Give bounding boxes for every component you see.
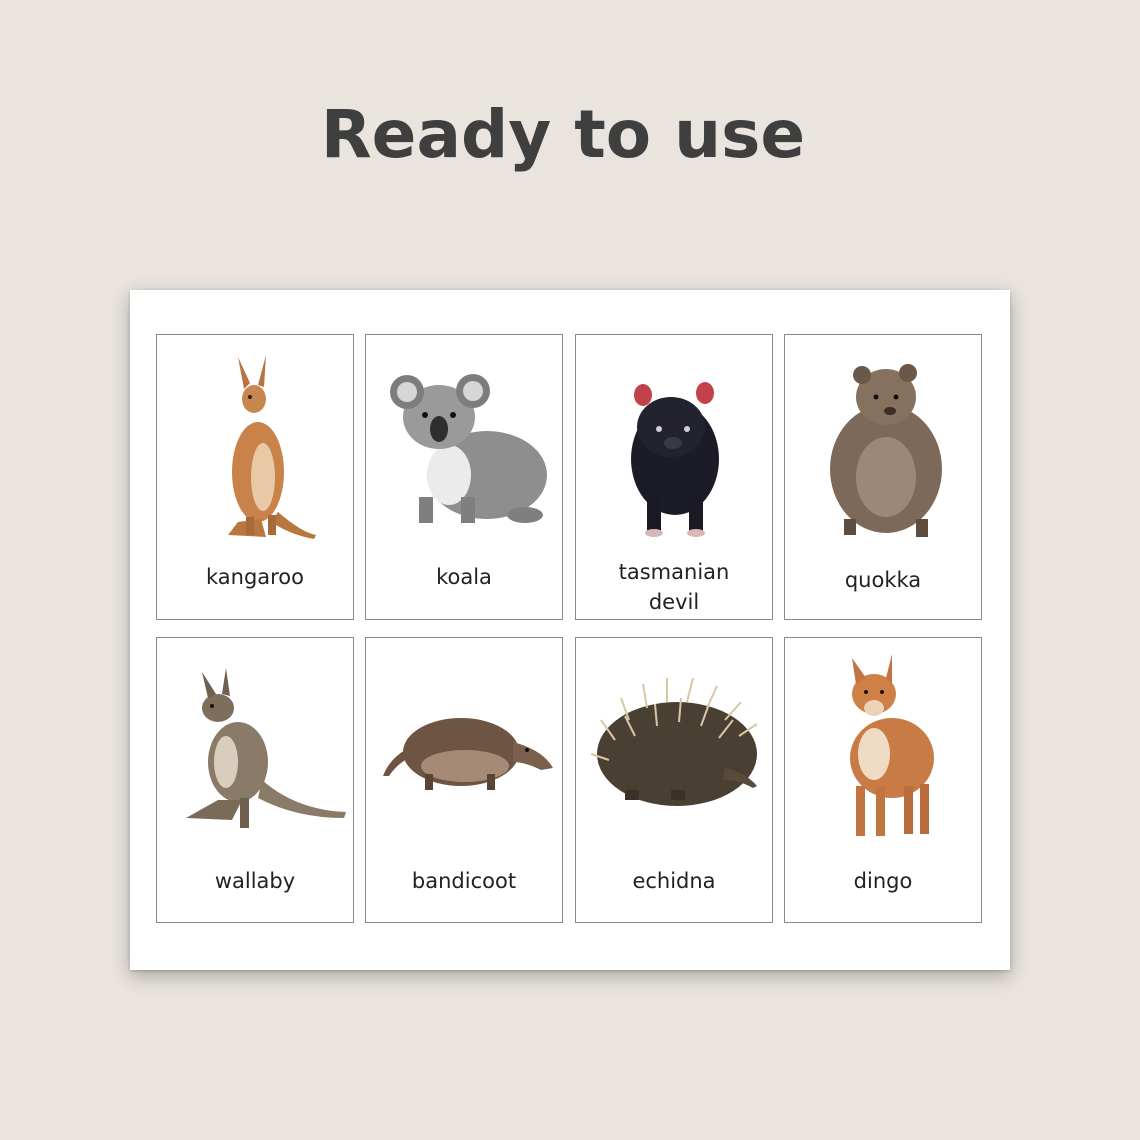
card-label: wallaby — [214, 869, 296, 893]
card-label: bandicoot — [411, 869, 517, 893]
koala-icon — [390, 374, 547, 523]
card-dingo: dingo — [784, 637, 982, 923]
echidna-icon — [590, 677, 758, 806]
card-label: quokka — [844, 568, 922, 592]
card-echidna: echidna — [575, 637, 773, 923]
card-tasmanian-devil: tasmanian devil — [575, 334, 773, 620]
card-koala: koala — [365, 334, 563, 620]
card-label: dingo — [853, 869, 913, 893]
card-bandicoot: bandicoot — [365, 637, 563, 923]
card-label: echidna — [632, 869, 716, 893]
flashcard-sheet: kangaroo koala tasmanian devil quokka wa… — [130, 290, 1010, 970]
bandicoot-icon — [383, 718, 553, 790]
headline: Ready to use — [320, 96, 806, 173]
card-label: kangaroo — [205, 565, 305, 589]
card-kangaroo: kangaroo — [156, 334, 354, 620]
wallaby-icon — [186, 668, 346, 828]
dingo-icon — [850, 654, 934, 836]
tasmanian-devil-icon — [631, 382, 719, 537]
card-label-line-2: devil — [648, 590, 700, 614]
card-label-line-1: tasmanian — [618, 560, 730, 584]
quokka-icon — [830, 364, 942, 537]
card-label: koala — [436, 565, 492, 589]
kangaroo-icon — [228, 355, 316, 539]
card-quokka: quokka — [784, 334, 982, 620]
card-wallaby: wallaby — [156, 637, 354, 923]
